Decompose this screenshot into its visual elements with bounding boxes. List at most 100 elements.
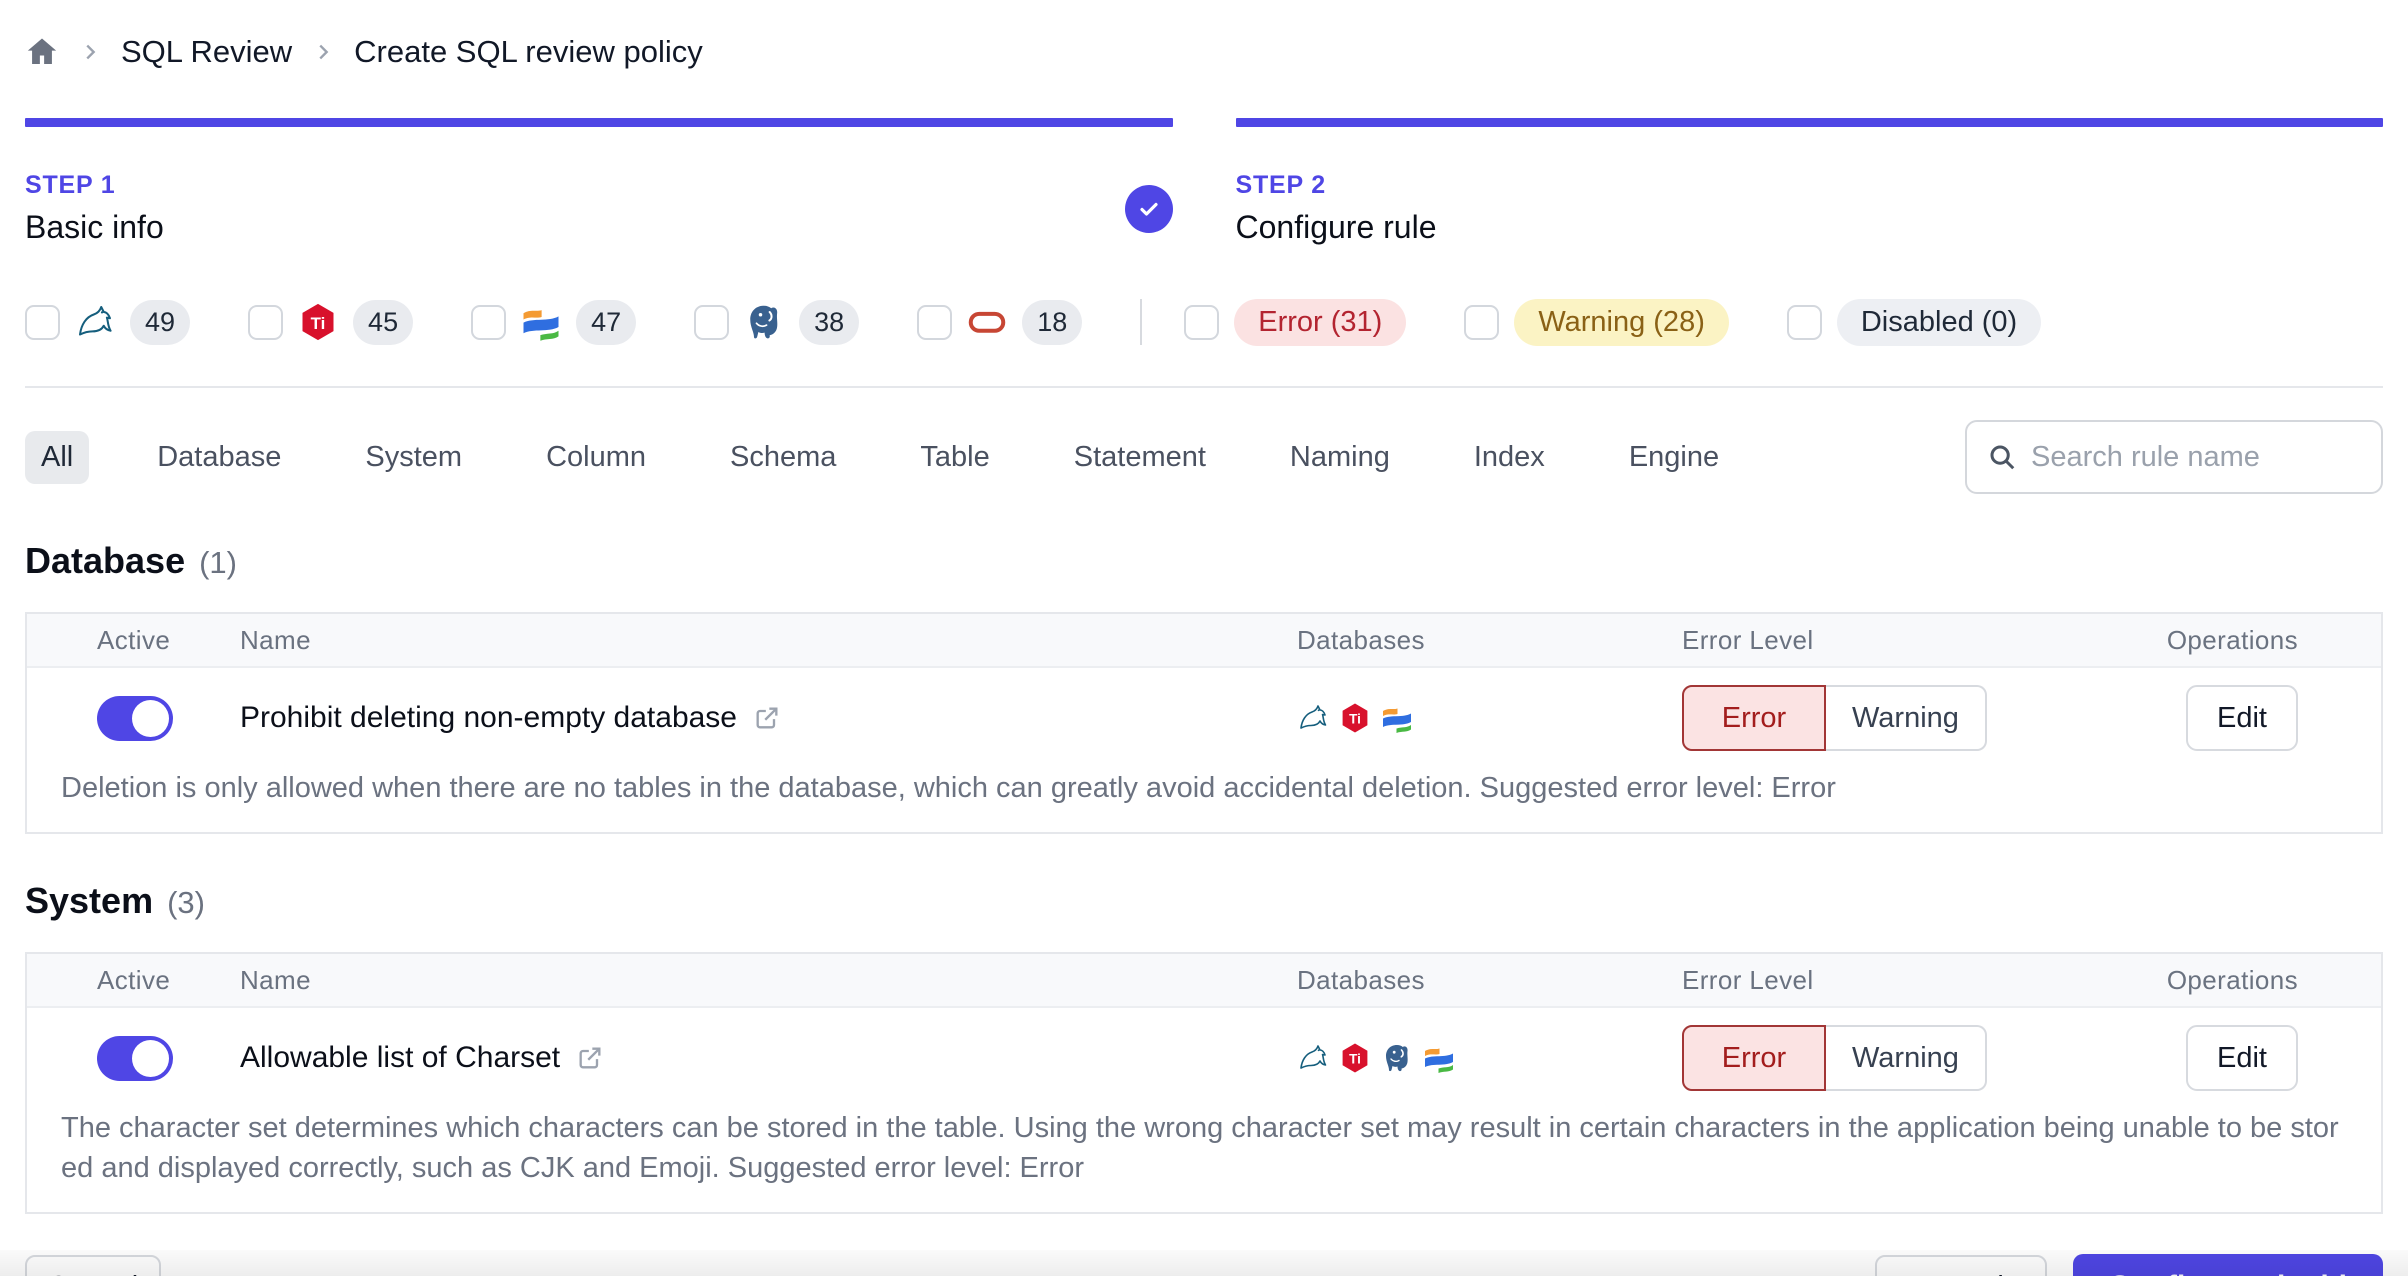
oracle-icon — [967, 302, 1007, 342]
external-link-icon[interactable] — [753, 704, 781, 732]
postgresql-rule-count: 38 — [799, 299, 860, 345]
tab-system[interactable]: System — [349, 431, 478, 484]
step-2-title: Configure rule — [1235, 209, 1437, 245]
step-1-label: STEP 1 — [25, 171, 116, 199]
section-title: System — [25, 880, 154, 921]
column-header-error-level: Error Level — [1682, 624, 1814, 655]
filter-postgresql: 38 — [694, 299, 860, 345]
step-2-progress-bar — [1235, 118, 2383, 127]
section-title: Database — [25, 540, 186, 581]
tidb-filter-checkbox[interactable] — [248, 304, 284, 340]
section-count: (3) — [167, 885, 205, 920]
mysql-filter-checkbox[interactable] — [25, 304, 60, 340]
external-link-icon[interactable] — [576, 1044, 604, 1072]
breadcrumb-current-page: Create SQL review policy — [354, 34, 703, 69]
tab-table[interactable]: Table — [904, 431, 1005, 484]
step-2-label: STEP 2 — [1235, 171, 1326, 199]
breadcrumb-sql-review[interactable]: SQL Review — [121, 34, 292, 70]
step-1: STEP 1 Basic info — [25, 118, 1173, 246]
error-filter-checkbox[interactable] — [1184, 304, 1220, 340]
warning-count-badge: Warning (28) — [1514, 298, 1729, 346]
column-header-name: Name — [240, 624, 311, 655]
database-rules-table: Active Name Databases Error Level Operat… — [25, 612, 2383, 834]
filter-mysql: 49 — [25, 299, 191, 345]
disabled-count-badge: Disabled (0) — [1836, 298, 2042, 346]
step-1-progress-bar — [25, 118, 1173, 127]
breadcrumb: SQL Review Create SQL review policy — [25, 28, 2383, 76]
tab-database[interactable]: Database — [141, 431, 297, 484]
column-header-error-level: Error Level — [1682, 964, 1814, 995]
tab-index[interactable]: Index — [1458, 431, 1561, 484]
error-level-error-button[interactable]: Error — [1682, 685, 1826, 751]
tab-naming[interactable]: Naming — [1274, 431, 1406, 484]
edit-button[interactable]: Edit — [2186, 1025, 2298, 1091]
error-level-warning-button[interactable]: Warning — [1826, 685, 1987, 751]
table-header: Active Name Databases Error Level Operat… — [27, 954, 2381, 1008]
system-rules-table: Active Name Databases Error Level Operat… — [25, 952, 2383, 1214]
tidb-icon — [1339, 1042, 1371, 1074]
step-1-completed-check-icon — [1124, 184, 1173, 233]
error-count-badge: Error (31) — [1234, 298, 1407, 346]
rule-active-toggle[interactable] — [97, 1035, 173, 1081]
filter-oceanbase: 47 — [471, 299, 637, 345]
rule-description: The character set determines which chara… — [61, 1112, 2339, 1184]
chevron-right-icon — [319, 44, 329, 60]
step-indicator: STEP 1 Basic info STEP 2 Configure rule — [25, 118, 2383, 246]
tidb-icon — [1339, 702, 1371, 734]
column-header-databases: Databases — [1297, 964, 1425, 995]
oracle-filter-checkbox[interactable] — [917, 304, 953, 340]
tab-column[interactable]: Column — [530, 431, 662, 484]
search-rule-box — [1965, 420, 2383, 494]
column-header-active: Active — [97, 624, 171, 655]
search-rule-input[interactable] — [2031, 440, 2361, 474]
column-header-operations: Operations — [2166, 624, 2298, 655]
bottom-page-fade — [0, 1250, 2408, 1276]
error-level-selector: Error Warning — [1682, 685, 2102, 751]
search-icon — [1990, 445, 2015, 470]
column-header-name: Name — [240, 964, 311, 995]
tab-all[interactable]: All — [25, 430, 90, 484]
table-header: Active Name Databases Error Level Operat… — [27, 614, 2381, 668]
section-count: (1) — [199, 545, 237, 580]
tidb-icon — [298, 302, 338, 342]
oracle-rule-count: 18 — [1022, 299, 1083, 345]
tidb-rule-count: 45 — [353, 299, 414, 345]
mysql-icon — [1297, 702, 1329, 734]
filter-error-level: Error (31) — [1184, 298, 1407, 346]
tab-statement[interactable]: Statement — [1058, 431, 1222, 484]
oceanbase-icon — [521, 302, 561, 342]
system-section-heading: System (3) — [25, 880, 2383, 922]
filter-divider — [1140, 299, 1143, 345]
filter-disabled-level: Disabled (0) — [1786, 298, 2042, 346]
postgresql-filter-checkbox[interactable] — [694, 304, 730, 340]
oceanbase-filter-checkbox[interactable] — [471, 304, 507, 340]
table-row: Allowable list of Charset Error Warning … — [27, 1008, 2381, 1212]
edit-button[interactable]: Edit — [2186, 685, 2298, 751]
warning-filter-checkbox[interactable] — [1464, 304, 1500, 340]
category-tabs-row: All Database System Column Schema Table … — [25, 420, 2383, 494]
rule-name: Allowable list of Charset — [240, 1041, 561, 1074]
error-level-selector: Error Warning — [1682, 1025, 2102, 1091]
create-sql-review-policy-page: SQL Review Create SQL review policy STEP… — [0, 0, 2408, 1276]
mysql-icon — [1297, 1042, 1329, 1074]
chevron-right-icon — [86, 44, 96, 60]
disabled-filter-checkbox[interactable] — [1786, 304, 1822, 340]
rule-description: Deletion is only allowed when there are … — [61, 772, 1836, 804]
error-level-warning-button[interactable]: Warning — [1826, 1025, 1987, 1091]
section-divider — [25, 386, 2383, 388]
tab-engine[interactable]: Engine — [1613, 431, 1735, 484]
column-header-operations: Operations — [2166, 964, 2298, 995]
error-level-error-button[interactable]: Error — [1682, 1025, 1826, 1091]
rule-active-toggle[interactable] — [97, 695, 173, 741]
mysql-rule-count: 49 — [130, 299, 191, 345]
filter-bar: 49 45 47 38 18 Error (31) Warning (28) D… — [25, 296, 2383, 348]
step-2: STEP 2 Configure rule — [1235, 118, 2383, 246]
oceanbase-icon — [1423, 1042, 1455, 1074]
step-1-title: Basic info — [25, 209, 164, 245]
tab-schema[interactable]: Schema — [714, 431, 852, 484]
rule-database-icons — [1297, 702, 1682, 734]
home-icon[interactable] — [25, 35, 59, 69]
category-tabs: All Database System Column Schema Table … — [25, 430, 1735, 484]
filter-tidb: 45 — [248, 299, 414, 345]
rule-name: Prohibit deleting non-empty database — [240, 701, 737, 734]
